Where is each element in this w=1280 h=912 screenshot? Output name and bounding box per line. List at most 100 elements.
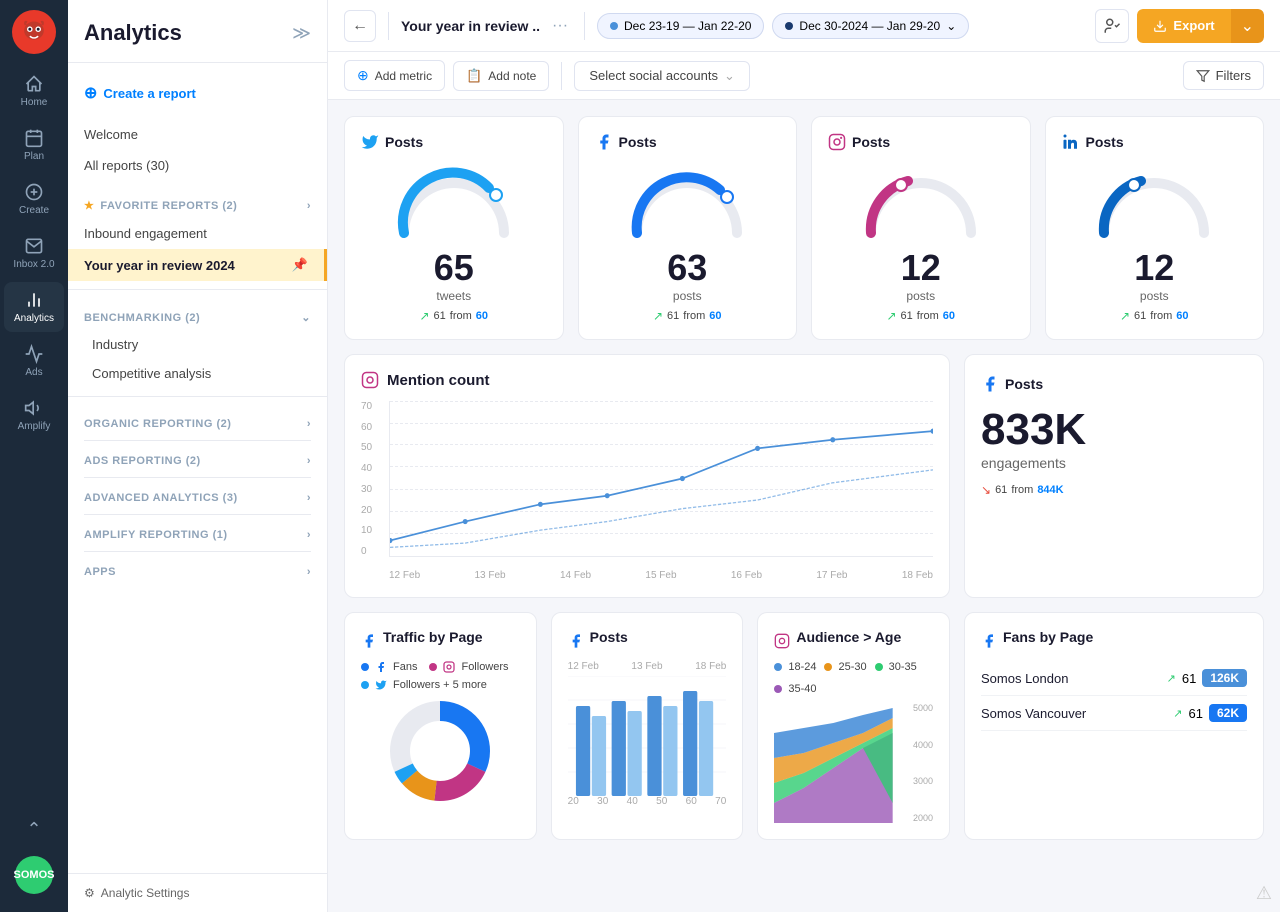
ads-reporting-section[interactable]: ADS REPORTING (2) › <box>68 445 327 473</box>
sidebar-item-analytics[interactable]: Analytics <box>4 282 64 332</box>
rail-ads-label: Ads <box>25 367 42 378</box>
linkedin-from-link[interactable]: 60 <box>1176 310 1188 322</box>
collapse-rail-button[interactable]: ⌃ <box>26 819 41 840</box>
icon-rail: Home Plan Create Inbox 2.0 Analytics Ads… <box>0 0 68 912</box>
facebook-from-val: 61 <box>667 310 679 322</box>
posts-bar-chart <box>568 676 727 796</box>
sidebar-item-home[interactable]: Home <box>4 66 64 116</box>
mention-count-title: Mention count <box>387 372 489 389</box>
date-range-2[interactable]: Dec 30-2024 — Jan 29-20 ⌄ <box>772 13 969 39</box>
rail-analytics-label: Analytics <box>14 313 54 324</box>
advanced-analytics-section[interactable]: ADVANCED ANALYTICS (3) › <box>68 482 327 510</box>
posts-mini-chart-card: Posts 12 Feb13 Feb18 Feb <box>551 612 744 840</box>
linkedin-gauge <box>1089 163 1219 243</box>
twitter-posts-footer: ↗ 61 from 60 <box>419 309 488 323</box>
traffic-donut-chart <box>361 701 520 801</box>
add-metric-button[interactable]: ⊕ Add metric <box>344 60 445 91</box>
organic-reporting-section[interactable]: ORGANIC REPORTING (2) › <box>68 408 327 436</box>
all-reports-label: All reports (30) <box>84 158 169 173</box>
create-report-button[interactable]: ⊕ Create a report <box>68 75 327 111</box>
facebook-posts-footer: ↗ 61 from 60 <box>653 309 722 323</box>
traffic-by-page-card: Traffic by Page Fans Followers <box>344 612 537 840</box>
audience-title: Audience > Age <box>796 629 901 645</box>
facebook-from-link[interactable]: 60 <box>709 310 721 322</box>
instagram-from-link[interactable]: 60 <box>943 310 955 322</box>
back-arrow-icon: ← <box>352 17 368 35</box>
chevron-right-icon-apps: › <box>307 566 311 578</box>
sidebar-item-inbox[interactable]: Inbox 2.0 <box>4 228 64 278</box>
fans-vancouver-badge: 62K <box>1209 704 1247 722</box>
dashboard: Posts 65 tweets ↗ 61 from 60 <box>328 100 1280 912</box>
sidebar-item-welcome[interactable]: Welcome <box>68 119 327 150</box>
traffic-legend-ig-followers: Followers <box>461 661 508 673</box>
rail-create-label: Create <box>19 205 49 216</box>
fans-vancouver-name: Somos Vancouver <box>981 706 1086 721</box>
export-button[interactable]: Export <box>1137 9 1230 43</box>
down-arrow-icon: ↘ <box>981 483 991 497</box>
user-avatar[interactable]: SOMOS <box>15 856 53 894</box>
engagement-label: engagements <box>981 455 1247 471</box>
twitter-posts-card: Posts 65 tweets ↗ 61 from 60 <box>344 116 564 340</box>
benchmarking-label: BENCHMARKING (2) <box>84 312 200 324</box>
up-arrow-icon-ig: ↗ <box>886 309 896 323</box>
sidebar-item-year-review[interactable]: Your year in review 2024 📌 <box>68 249 327 281</box>
apps-section[interactable]: APPS › <box>68 556 327 584</box>
sidebar-item-ads[interactable]: Ads <box>4 336 64 386</box>
favorite-reports-section[interactable]: ★ FAVORITE REPORTS (2) › <box>68 189 327 218</box>
fans-row-london: Somos London ↗ 61 126K <box>981 661 1247 696</box>
up-arrow-vancouver: ↗ <box>1173 707 1182 720</box>
apps-label: APPS <box>84 566 116 578</box>
advanced-label: ADVANCED ANALYTICS (3) <box>84 492 238 504</box>
industry-label: Industry <box>92 337 138 352</box>
date-range-1[interactable]: Dec 23-19 — Jan 22-20 <box>597 13 764 39</box>
sidebar-item-industry[interactable]: Industry <box>68 330 327 359</box>
engagement-from-link[interactable]: 844K <box>1037 484 1063 496</box>
engagement-value: 833K <box>981 405 1247 455</box>
ig-dot <box>429 663 437 671</box>
benchmarking-section[interactable]: BENCHMARKING (2) ⌄ <box>68 301 327 330</box>
amplify-label: AMPLIFY REPORTING (1) <box>84 529 228 541</box>
twitter-from-val: 61 <box>434 310 446 322</box>
audience-age-card: Audience > Age 18-24 25-30 30-35 35-40 5… <box>757 612 950 840</box>
add-note-button[interactable]: 📋 Add note <box>453 61 549 91</box>
sidebar-item-create[interactable]: Create <box>4 174 64 224</box>
chevron-right-icon-amplify: › <box>307 529 311 541</box>
facebook-posts-card: Posts 63 posts ↗ 61 from 60 <box>578 116 798 340</box>
plus-icon: ⊕ <box>84 83 97 103</box>
report-title: Your year in review .. <box>401 18 540 34</box>
app-logo[interactable] <box>12 10 56 54</box>
back-button[interactable]: ← <box>344 10 376 42</box>
sidebar-item-all-reports[interactable]: All reports (30) <box>68 150 327 181</box>
twitter-from-link[interactable]: 60 <box>476 310 488 322</box>
filters-button[interactable]: Filters <box>1183 61 1264 90</box>
engagement-from-val: 61 <box>995 484 1007 496</box>
sidebar-content: ⊕ Create a report Welcome All reports (3… <box>68 63 327 873</box>
up-arrow-icon-fb: ↗ <box>653 309 663 323</box>
up-arrow-icon-li: ↗ <box>1120 309 1130 323</box>
fans-vancouver-change: 61 <box>1189 706 1203 721</box>
amplify-reporting-section[interactable]: AMPLIFY REPORTING (1) › <box>68 519 327 547</box>
sidebar-item-amplify[interactable]: Amplify <box>4 390 64 440</box>
linkedin-posts-footer: ↗ 61 from 60 <box>1120 309 1189 323</box>
instagram-posts-unit: posts <box>906 289 935 303</box>
organic-label: ORGANIC REPORTING (2) <box>84 418 231 430</box>
sidebar-item-plan[interactable]: Plan <box>4 120 64 170</box>
user-compare-button[interactable] <box>1095 9 1129 43</box>
sidebar-item-competitive[interactable]: Competitive analysis <box>68 359 327 388</box>
top-posts-grid: Posts 65 tweets ↗ 61 from 60 <box>344 116 1264 340</box>
export-dropdown-button[interactable]: ⌄ <box>1231 9 1264 43</box>
twitter-gauge <box>389 163 519 243</box>
more-options-button[interactable]: ··· <box>548 17 572 35</box>
linkedin-from-val: 61 <box>1134 310 1146 322</box>
facebook-posts-unit: posts <box>673 289 702 303</box>
posts-x-labels: 12 Feb13 Feb18 Feb <box>568 661 727 672</box>
instagram-posts-card: Posts 12 posts ↗ 61 from 60 <box>811 116 1031 340</box>
ads-label: ADS REPORTING (2) <box>84 455 201 467</box>
sidebar-collapse-button[interactable]: ≫ <box>292 23 311 44</box>
up-arrow-icon: ↗ <box>419 309 429 323</box>
sidebar-item-inbound[interactable]: Inbound engagement <box>68 218 327 249</box>
analytic-settings-button[interactable]: ⚙ Analytic Settings <box>68 873 327 912</box>
traffic-title: Traffic by Page <box>383 629 483 645</box>
topbar: ← Your year in review .. ··· Dec 23-19 —… <box>328 0 1280 52</box>
select-accounts-button[interactable]: Select social accounts ⌄ <box>574 61 750 91</box>
